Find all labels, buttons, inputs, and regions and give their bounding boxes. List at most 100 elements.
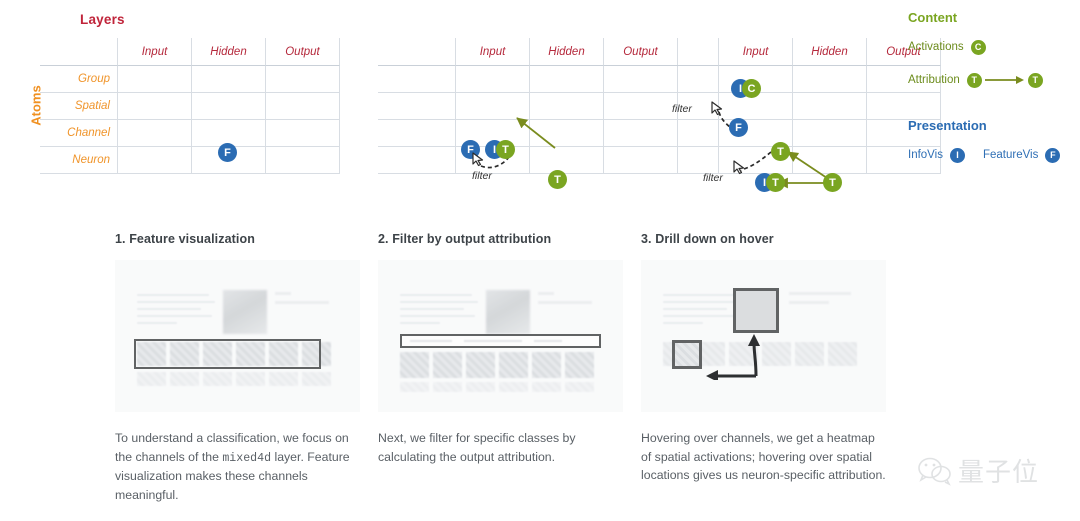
cell-group-output [266,66,340,93]
mock-text-lines [663,294,741,329]
mock-hero-image [223,290,267,334]
panel-3-heading: 3. Drill down on hover [641,232,774,246]
panel-2-caption-part1: Next, we filter for specific classes by … [378,431,576,464]
grid2-connector-overlay [480,117,556,169]
mock-overlay-shade [115,260,360,412]
column-header-hidden: Hidden [192,38,266,66]
panel-2-caption: Next, we filter for specific classes by … [378,429,623,467]
legend-featurevis-label: FeatureVis [982,149,1039,161]
mock-thumbnail [302,372,331,386]
matrix-panel-3: Input Hidden Output filter filter I C F … [641,0,941,215]
column-header-output: Output [266,38,340,66]
mock-thumbnail [433,352,462,378]
row-header-group: Group [40,66,118,93]
cell-neuron-input [118,147,192,174]
filter-annotation: filter [703,172,723,184]
row-header-channel: Channel [40,120,118,147]
node-featurevis-f[interactable]: F [218,143,237,162]
cell-neuron-output [266,147,340,174]
node-attribution-t[interactable]: T [766,173,785,192]
cell-channel-output [266,120,340,147]
panel-2-mock-screenshot[interactable] [378,260,623,412]
mock-side-lines [538,292,600,310]
panel-3-mock-screenshot[interactable] [641,260,886,412]
step-panel-3: 3. Drill down on hover Hovering over cha… [641,232,886,486]
mock-thumbnail [565,382,594,392]
mock-thumbnail [466,382,495,392]
filter-annotation: filter [472,170,492,182]
node-activations-c[interactable]: C [742,79,761,98]
panel-1-heading: 1. Feature visualization [115,232,255,246]
matrix-row-spatial: Spatial [40,93,340,120]
arrow-right-icon [984,76,1024,84]
mock-hero-image [486,290,530,334]
watermark-text: 量子位 [958,458,1040,488]
mock-thumbnail [269,372,298,386]
mock-side-lines [789,292,851,310]
node-output-attribution-t[interactable]: T [823,173,842,192]
cell-spatial-hidden [192,93,266,120]
mock-thumbnail [433,382,462,392]
row-header-neuron: Neuron [40,147,118,174]
mock-thumbnail [170,372,199,386]
watermark: 量子位 [918,452,1039,489]
mock-thumbnail [532,352,561,378]
cell-group-hidden [192,66,266,93]
panel-1-mock-screenshot[interactable] [115,260,360,412]
panel-3-caption: Hovering over channels, we get a heatmap… [641,429,886,486]
cursor-icon [711,101,723,116]
filter-annotation: filter [672,103,692,115]
highlight-box-channels [134,339,321,369]
drilldown-arrow-icon [706,334,760,380]
node-output-attribution-t[interactable]: T [548,170,567,189]
panel-2-heading: 2. Filter by output attribution [378,232,552,246]
mock-thumbnail-strip [400,352,594,378]
row-header-spatial: Spatial [40,93,118,120]
cell-group-input [118,66,192,93]
mock-thumbnail [828,342,857,366]
panel-1-caption-code: mixed4d [222,451,272,465]
cursor-icon [733,160,745,175]
matrix-row-neuron: Neuron [40,147,340,174]
mock-thumbnail [499,382,528,392]
matrix-row-group: Group [40,66,340,93]
matrix-row-channel: Channel [40,120,340,147]
mock-thumbnail [203,372,232,386]
mock-thumbnail [499,352,528,378]
wechat-icon [918,457,951,486]
panel-1-caption: To understand a classification, we focus… [115,429,360,505]
mock-side-lines [275,292,337,310]
mock-text-lines [400,294,478,329]
cell-channel-input [118,120,192,147]
mock-thumbnail-strip-secondary [400,382,594,392]
mock-thumbnail [466,352,495,378]
node-attribution-t[interactable]: T [771,142,790,161]
node-attribution-t-source: T [966,72,982,88]
diagram-area: Layers Atoms Input Hidden Output Group S… [0,0,1080,222]
matrix-table-1: Input Hidden Output Group Spatial Channe… [40,38,340,200]
matrix-panel-1: Input Hidden Output Group Spatial Channe… [40,0,340,215]
matrix-panel-2: Input Hidden Output filter F I T T [378,0,678,215]
mock-text-lines [137,294,215,329]
mock-thumbnail-strip-secondary [137,372,331,386]
node-infovis-i: I [949,147,965,163]
cell-spatial-input [118,93,192,120]
mock-thumbnail [236,372,265,386]
mock-thumbnail [400,352,429,378]
matrix-header-row: Input Hidden Output [40,38,340,66]
node-featurevis-f: F [1045,147,1061,163]
mock-thumbnail [565,352,594,378]
cursor-icon [472,152,484,167]
mock-thumbnail [137,372,166,386]
zoom-detail-box [733,288,779,333]
step-panel-2: 2. Filter by output attribution Next, we… [378,232,623,467]
panel-3-caption-part1: Hovering over channels, we get a heatmap… [641,431,886,483]
mock-thumbnail [400,382,429,392]
node-attribution-t-target: T [1027,72,1043,88]
cell-spatial-output [266,93,340,120]
node-attribution-t[interactable]: T [496,140,515,159]
node-featurevis-f[interactable]: F [729,118,748,137]
step-panel-1: 1. Feature visualization To understand a… [115,232,360,505]
highlight-box-filter-bar [400,334,601,348]
mock-thumbnail [532,382,561,392]
